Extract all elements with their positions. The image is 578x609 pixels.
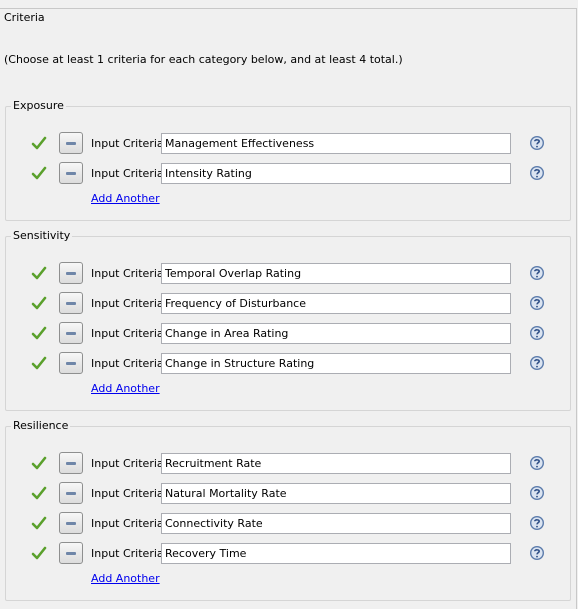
criteria-input[interactable]: [161, 163, 511, 184]
input-criteria-label: Input Criteria: [91, 357, 164, 370]
exposure-section: Exposure Input Criteria Input Criteria A…: [5, 99, 571, 221]
criteria-input[interactable]: [161, 353, 511, 374]
help-icon[interactable]: [529, 265, 545, 281]
help-icon[interactable]: [529, 165, 545, 181]
check-icon: [31, 296, 47, 310]
remove-criteria-button[interactable]: [59, 262, 83, 284]
remove-criteria-button[interactable]: [59, 542, 83, 564]
criteria-row: Input Criteria: [6, 262, 570, 285]
input-criteria-label: Input Criteria: [91, 137, 164, 150]
criteria-input[interactable]: [161, 543, 511, 564]
check-icon: [31, 166, 47, 180]
remove-criteria-button[interactable]: [59, 292, 83, 314]
criteria-row: Input Criteria: [6, 292, 570, 315]
criteria-row: Input Criteria: [6, 452, 570, 475]
criteria-row: Input Criteria: [6, 482, 570, 505]
criteria-row: Input Criteria: [6, 352, 570, 375]
section-title-resilience: Resilience: [11, 419, 71, 432]
input-criteria-label: Input Criteria: [91, 547, 164, 560]
remove-criteria-button[interactable]: [59, 162, 83, 184]
help-icon[interactable]: [529, 545, 545, 561]
add-another-link-exposure[interactable]: Add Another: [91, 192, 160, 205]
input-criteria-label: Input Criteria: [91, 487, 164, 500]
check-icon: [31, 326, 47, 340]
remove-criteria-button[interactable]: [59, 482, 83, 504]
check-icon: [31, 486, 47, 500]
criteria-row: Input Criteria: [6, 132, 570, 155]
help-icon[interactable]: [529, 295, 545, 311]
input-criteria-label: Input Criteria: [91, 517, 164, 530]
criteria-input[interactable]: [161, 263, 511, 284]
help-icon[interactable]: [529, 515, 545, 531]
section-title-sensitivity: Sensitivity: [11, 229, 73, 242]
section-title-exposure: Exposure: [11, 99, 66, 112]
check-icon: [31, 136, 47, 150]
criteria-input[interactable]: [161, 293, 511, 314]
check-icon: [31, 266, 47, 280]
criteria-row: Input Criteria: [6, 162, 570, 185]
resilience-section: Resilience Input Criteria Input Criteria…: [5, 419, 571, 601]
input-criteria-label: Input Criteria: [91, 167, 164, 180]
criteria-input[interactable]: [161, 453, 511, 474]
help-icon[interactable]: [529, 355, 545, 371]
check-icon: [31, 356, 47, 370]
add-another-link-resilience[interactable]: Add Another: [91, 572, 160, 585]
help-icon[interactable]: [529, 455, 545, 471]
criteria-input[interactable]: [161, 323, 511, 344]
instructions-text: (Choose at least 1 criteria for each cat…: [4, 53, 403, 66]
remove-criteria-button[interactable]: [59, 132, 83, 154]
criteria-row: Input Criteria: [6, 512, 570, 535]
criteria-title: Criteria: [2, 11, 47, 24]
help-icon[interactable]: [529, 135, 545, 151]
input-criteria-label: Input Criteria: [91, 457, 164, 470]
criteria-input[interactable]: [161, 483, 511, 504]
remove-criteria-button[interactable]: [59, 512, 83, 534]
criteria-row: Input Criteria: [6, 322, 570, 345]
input-criteria-label: Input Criteria: [91, 327, 164, 340]
criteria-row: Input Criteria: [6, 542, 570, 565]
check-icon: [31, 546, 47, 560]
input-criteria-label: Input Criteria: [91, 267, 164, 280]
remove-criteria-button[interactable]: [59, 322, 83, 344]
remove-criteria-button[interactable]: [59, 352, 83, 374]
remove-criteria-button[interactable]: [59, 452, 83, 474]
help-icon[interactable]: [529, 485, 545, 501]
criteria-input[interactable]: [161, 133, 511, 154]
check-icon: [31, 516, 47, 530]
add-another-link-sensitivity[interactable]: Add Another: [91, 382, 160, 395]
input-criteria-label: Input Criteria: [91, 297, 164, 310]
check-icon: [31, 456, 47, 470]
criteria-input[interactable]: [161, 513, 511, 534]
help-icon[interactable]: [529, 325, 545, 341]
sensitivity-section: Sensitivity Input Criteria Input Criteri…: [5, 229, 571, 411]
